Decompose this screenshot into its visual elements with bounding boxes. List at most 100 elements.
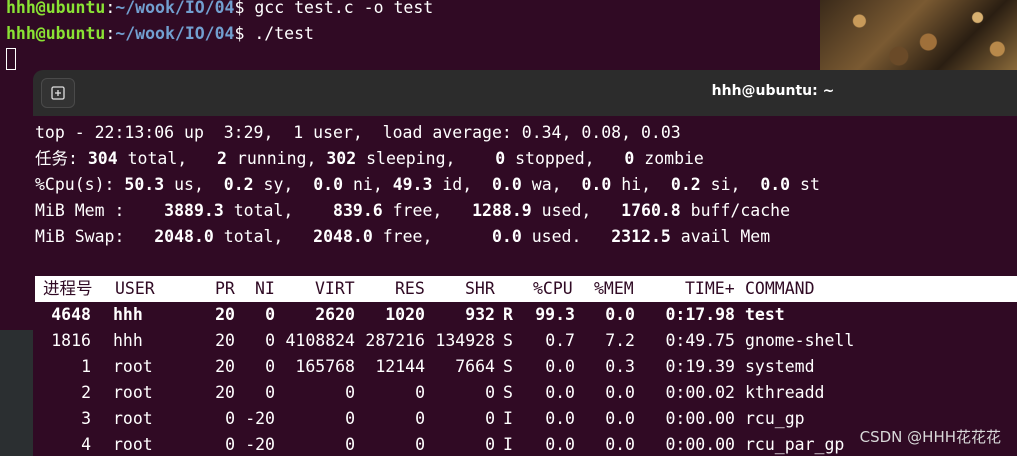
cell-user: root xyxy=(113,383,153,402)
table-row[interactable]: 2 root 20 0 0 0 0 S 0.0 0.0 0:00.02 kthr… xyxy=(33,380,1017,406)
cell-command: systemd xyxy=(745,357,815,376)
cell-time: 0:49.75 xyxy=(665,331,735,350)
cell-pr: 20 xyxy=(215,331,235,350)
top-tasks-line: 任务: 304 total, 2 running, 302 sleeping, … xyxy=(35,146,704,172)
col-shr: SHR xyxy=(465,279,495,298)
cell-pr: 20 xyxy=(215,305,235,324)
tasks-stopped: 0 xyxy=(495,149,506,168)
top-mem-line: MiB Mem : 3889.3 total, 839.6 free, 1288… xyxy=(35,201,791,220)
desktop-edge xyxy=(0,330,36,456)
cell-time: 0:00.00 xyxy=(665,435,735,454)
terminal-window[interactable]: hhh@ubuntu: ~ top - 22:13:06 up 3:29, 1 … xyxy=(33,70,1017,456)
cell-time: 0:00.00 xyxy=(665,409,735,428)
watermark: CSDN @HHH花花花 xyxy=(859,428,1001,446)
cell-res: 0 xyxy=(415,383,425,402)
prompt-user: hhh@ubuntu xyxy=(6,0,106,17)
cpu-si: 0.2 xyxy=(670,175,701,194)
cell-time: 0:00.02 xyxy=(665,383,735,402)
cell-pr: 20 xyxy=(215,357,235,376)
cell-virt: 0 xyxy=(345,435,355,454)
cell-shr: 134928 xyxy=(435,331,495,350)
cell-res: 0 xyxy=(415,409,425,428)
cell-res: 287216 xyxy=(365,331,425,350)
cell-user: root xyxy=(113,357,153,376)
cpu-hi: 0.0 xyxy=(581,175,612,194)
prompt-path: ~/wook/IO/04 xyxy=(115,0,235,17)
cell-pid: 1 xyxy=(81,357,91,376)
cell-cpu: 0.0 xyxy=(545,383,575,402)
col-cpu: %CPU xyxy=(533,279,573,298)
swap-label: MiB Swap: xyxy=(35,227,125,246)
top-swap-line: MiB Swap: 2048.0 total, 2048.0 free, 0.0… xyxy=(35,227,771,246)
prompt-sep: : xyxy=(105,24,116,43)
cell-cpu: 0.0 xyxy=(545,357,575,376)
cell-user: root xyxy=(113,435,153,454)
cpu-st: 0.0 xyxy=(760,175,791,194)
cell-pr: 0 xyxy=(225,435,235,454)
cpu-us: 50.3 xyxy=(124,175,165,194)
cpu-id: 49.3 xyxy=(392,175,433,194)
cell-time: 0:17.98 xyxy=(665,305,735,324)
table-row[interactable]: 4648 hhh 20 0 2620 1020 932 R 99.3 0.0 0… xyxy=(33,302,1017,328)
cell-ni: 0 xyxy=(265,331,275,350)
col-res: RES xyxy=(395,279,425,298)
cell-ni: 0 xyxy=(265,305,275,324)
cell-mem: 0.0 xyxy=(605,409,635,428)
process-table-header: 进程号 USER PR NI VIRT RES SHR %CPU %MEM TI… xyxy=(35,276,1017,302)
tasks-sleeping-label: sleeping, xyxy=(356,149,456,168)
cell-user: hhh xyxy=(113,331,143,350)
cpu-wa: 0.0 xyxy=(492,175,522,194)
top-cpu-line: %Cpu(s): 50.3 us, 0.2 sy, 0.0 ni, 49.3 i… xyxy=(35,175,820,194)
mem-buff: 1760.8 xyxy=(621,201,681,220)
cell-cpu: 0.0 xyxy=(545,409,575,428)
cell-user: root xyxy=(113,409,153,428)
swap-total: 2048.0 xyxy=(154,227,214,246)
cell-state: R xyxy=(503,305,513,324)
prompt-dollar: $ xyxy=(234,24,255,43)
cell-shr: 0 xyxy=(485,409,495,428)
col-time: TIME+ xyxy=(685,279,735,298)
cell-mem: 0.0 xyxy=(605,305,635,324)
cell-state: S xyxy=(503,357,513,376)
col-user: USER xyxy=(115,279,155,298)
cell-user: hhh xyxy=(113,305,143,324)
tasks-running: 2 xyxy=(217,149,227,168)
tasks-zombie-label: zombie xyxy=(634,149,704,168)
cell-pid: 3 xyxy=(81,409,91,428)
window-title: hhh@ubuntu: ~ xyxy=(711,83,835,99)
cell-virt: 4108824 xyxy=(285,331,355,350)
bg-prompt-line-1: hhh@ubuntu:~/wook/IO/04$ gcc test.c -o t… xyxy=(6,0,433,17)
tasks-label: 任务: xyxy=(35,149,78,168)
cell-state: S xyxy=(503,331,513,350)
window-titlebar[interactable]: hhh@ubuntu: ~ xyxy=(33,70,1017,116)
command-text: gcc test.c -o test xyxy=(254,0,434,17)
table-row[interactable]: 1816 hhh 20 0 4108824 287216 134928 S 0.… xyxy=(33,328,1017,354)
tasks-zombie: 0 xyxy=(624,149,635,168)
mem-free: 839.6 xyxy=(333,201,383,220)
bg-prompt-line-2: hhh@ubuntu:~/wook/IO/04$ ./test xyxy=(6,24,314,43)
cell-ni: -20 xyxy=(245,409,275,428)
cell-cpu: 99.3 xyxy=(535,305,575,324)
col-mem: %MEM xyxy=(594,279,634,298)
cell-state: I xyxy=(503,409,513,428)
tasks-total-label: total, xyxy=(117,149,188,168)
cell-virt: 0 xyxy=(345,409,355,428)
table-row[interactable]: 1 root 20 0 165768 12144 7664 S 0.0 0.3 … xyxy=(33,354,1017,380)
cell-shr: 0 xyxy=(485,435,495,454)
desktop-wallpaper xyxy=(820,0,1017,70)
cell-virt: 2620 xyxy=(315,305,355,324)
cell-pid: 4 xyxy=(81,435,91,454)
new-tab-icon xyxy=(51,86,65,100)
cell-shr: 0 xyxy=(485,383,495,402)
cell-ni: 0 xyxy=(265,383,275,402)
cell-res: 0 xyxy=(415,435,425,454)
swap-avail: 2312.5 xyxy=(611,227,671,246)
col-virt: VIRT xyxy=(315,279,355,298)
cell-pr: 20 xyxy=(215,383,235,402)
cell-mem: 0.0 xyxy=(605,435,635,454)
cell-mem: 0.0 xyxy=(605,383,635,402)
new-tab-button[interactable] xyxy=(41,78,75,108)
cell-command: rcu_par_gp xyxy=(745,435,845,454)
cell-command: kthreadd xyxy=(745,383,825,402)
cell-state: S xyxy=(503,383,513,402)
